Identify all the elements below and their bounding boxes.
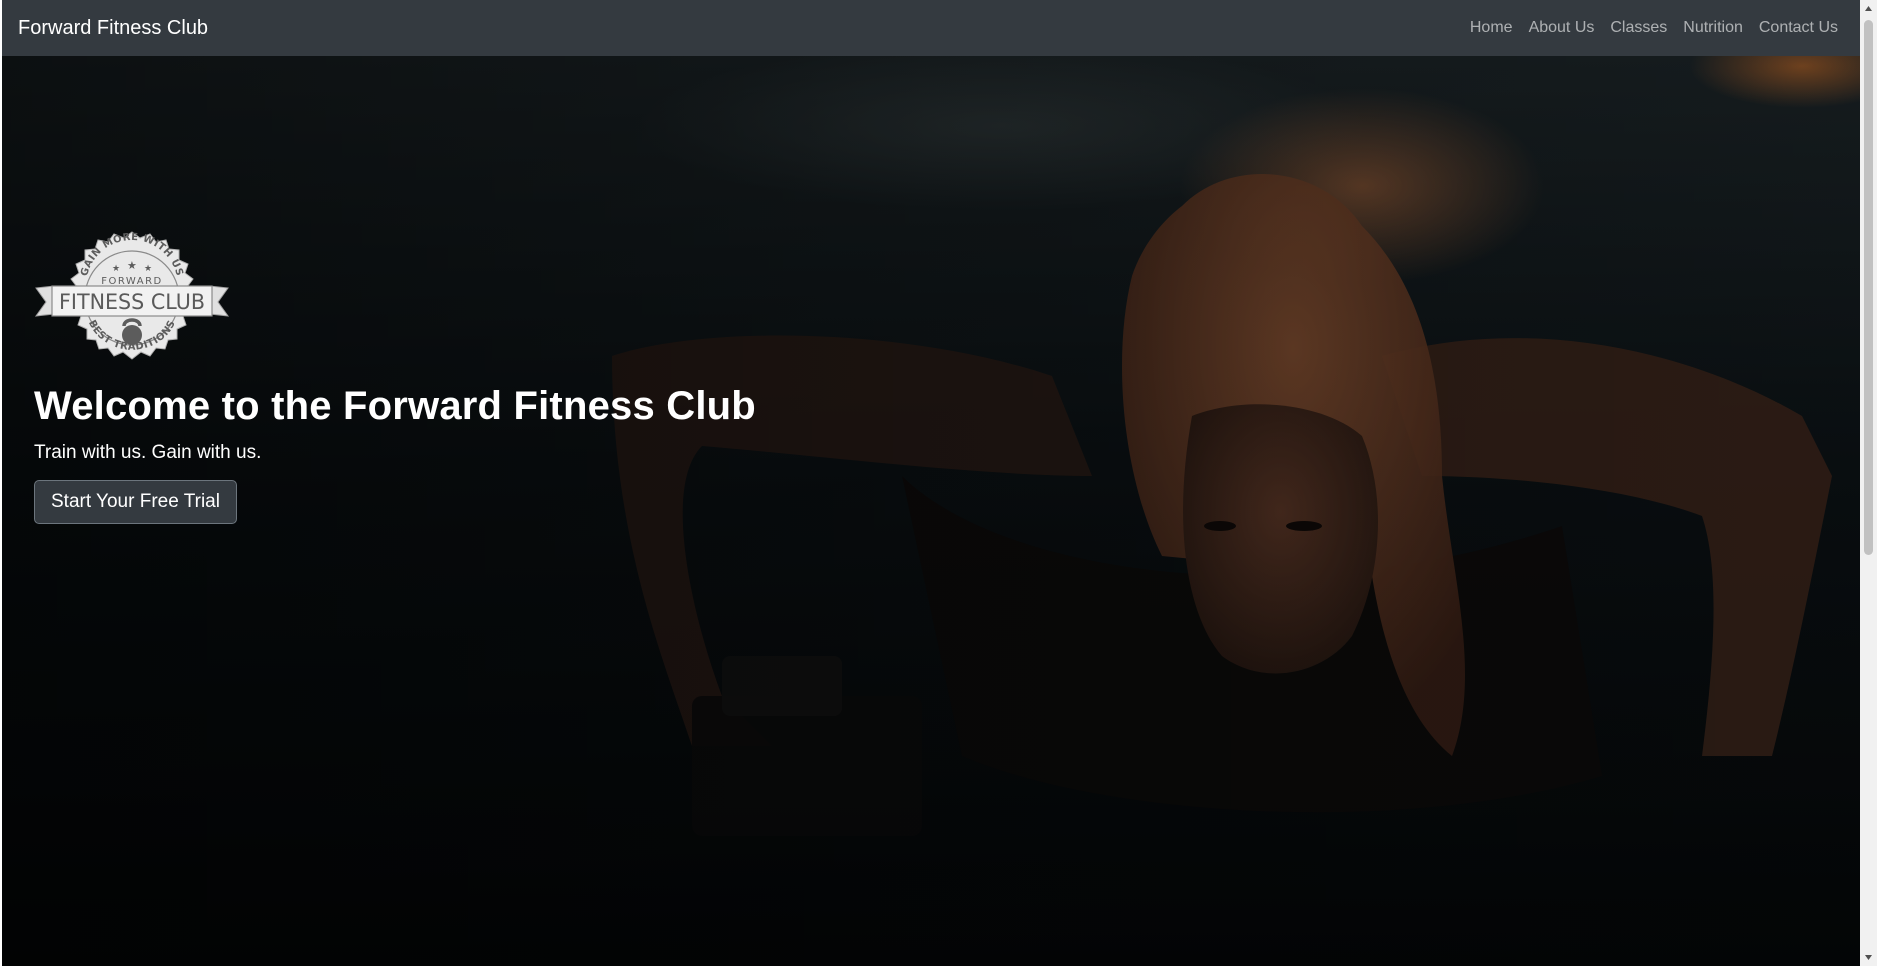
badge-banner-text: FITNESS CLUB (59, 290, 205, 314)
hero-section: GAIN MORE WITH US ★ ★ ★ FORWARD FITNESS … (2, 56, 1860, 966)
nav-link-home[interactable]: Home (1470, 13, 1513, 43)
fitness-club-badge-logo: GAIN MORE WITH US ★ ★ ★ FORWARD FITNESS … (34, 231, 230, 360)
hero-subtitle: Train with us. Gain with us. (34, 442, 262, 463)
star-icon: ★ (112, 263, 120, 273)
hero-title: Welcome to the Forward Fitness Club (34, 384, 756, 428)
nav-link-nutrition[interactable]: Nutrition (1683, 13, 1743, 43)
scroll-up-arrow-icon[interactable] (1860, 0, 1877, 17)
scrollbar-thumb[interactable] (1864, 20, 1873, 555)
nav-links: Home About Us Classes Nutrition Contact … (1470, 13, 1838, 43)
badge-small-text: FORWARD (101, 276, 163, 287)
vertical-scrollbar[interactable] (1860, 0, 1877, 966)
hero-content: GAIN MORE WITH US ★ ★ ★ FORWARD FITNESS … (34, 228, 756, 524)
nav-link-about-us[interactable]: About Us (1529, 13, 1595, 43)
top-navbar: Forward Fitness Club Home About Us Class… (2, 0, 1860, 56)
star-icon: ★ (144, 263, 152, 273)
navbar-brand[interactable]: Forward Fitness Club (18, 17, 208, 40)
nav-link-classes[interactable]: Classes (1610, 13, 1667, 43)
nav-link-contact-us[interactable]: Contact Us (1759, 13, 1838, 43)
star-icon: ★ (127, 260, 137, 272)
scroll-down-arrow-icon[interactable] (1860, 949, 1877, 966)
start-free-trial-button[interactable]: Start Your Free Trial (34, 480, 237, 524)
page-viewport: Forward Fitness Club Home About Us Class… (2, 0, 1860, 966)
